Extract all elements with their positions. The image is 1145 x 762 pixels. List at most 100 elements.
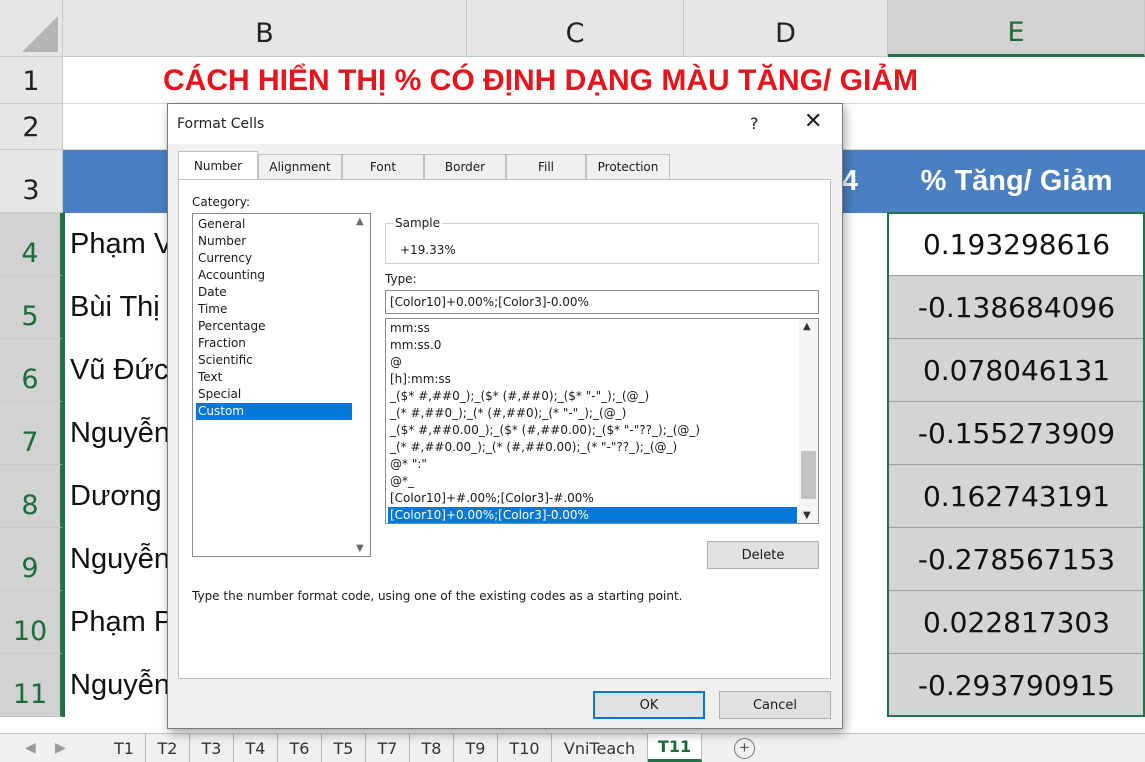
value-cell[interactable]: 0.162743191	[888, 465, 1145, 528]
name-cell[interactable]: Nguyễn	[70, 528, 170, 591]
tab-fill[interactable]: Fill	[506, 154, 586, 179]
dialog-titlebar[interactable]: Format Cells ? ✕	[168, 104, 842, 144]
sheet-tab-t1[interactable]: T1	[103, 734, 146, 762]
cancel-button[interactable]: Cancel	[719, 691, 831, 719]
sheet-tab-t10[interactable]: T10	[498, 734, 552, 762]
category-list[interactable]: General Number Currency Accounting Date …	[192, 213, 371, 557]
scroll-up-icon[interactable]: ▲	[356, 216, 364, 227]
scroll-down-icon[interactable]: ▼	[356, 543, 364, 554]
delete-button[interactable]: Delete	[707, 541, 819, 569]
row-header-10[interactable]: 10	[0, 591, 63, 654]
sheet-tab-t2[interactable]: T2	[146, 734, 190, 762]
category-item[interactable]: Special	[196, 386, 352, 403]
sheet-tab-t5[interactable]: T5	[322, 734, 366, 762]
sheet-tab-t6[interactable]: T6	[278, 734, 322, 762]
name-cell[interactable]: Phạm P	[70, 591, 173, 654]
tab-prev-icon[interactable]: ◀	[25, 739, 36, 756]
format-hint: Type the number format code, using one o…	[192, 589, 683, 603]
category-item[interactable]: General	[196, 216, 352, 233]
sheet-tab-t4[interactable]: T4	[234, 734, 278, 762]
name-cell[interactable]: Phạm V	[70, 213, 173, 276]
name-cell[interactable]: Vũ Đức	[70, 339, 168, 402]
ok-button[interactable]: OK	[593, 691, 705, 719]
format-item[interactable]: [h]:mm:ss	[388, 371, 797, 388]
value-cell[interactable]: 0.078046131	[888, 339, 1145, 402]
value-cell[interactable]: -0.138684096	[888, 276, 1145, 339]
scroll-thumb[interactable]	[801, 451, 816, 499]
format-item[interactable]: mm:ss	[388, 320, 797, 337]
format-item[interactable]: _($* #,##0.00_);_($* (#,##0.00);_($* "-"…	[388, 422, 797, 439]
category-item[interactable]: Time	[196, 301, 352, 318]
category-item[interactable]: Date	[196, 284, 352, 301]
scroll-down-icon[interactable]: ▼	[803, 510, 811, 521]
format-item[interactable]: _(* #,##0.00_);_(* (#,##0.00);_(* "-"??_…	[388, 439, 797, 456]
row-header-2[interactable]: 2	[0, 104, 63, 150]
close-icon[interactable]: ✕	[804, 109, 822, 134]
format-item[interactable]: [Color10]+#.00%;[Color3]-#.00%	[388, 490, 797, 507]
sheet-tab-t11[interactable]: T11	[648, 734, 702, 762]
row-header-6[interactable]: 6	[0, 339, 63, 402]
format-item[interactable]: @	[388, 354, 797, 371]
tab-number[interactable]: Number	[178, 151, 258, 180]
category-item[interactable]: Accounting	[196, 267, 352, 284]
plus-circle-icon[interactable]: +	[734, 738, 755, 759]
format-item[interactable]: @*_	[388, 473, 797, 490]
type-label: Type:	[385, 272, 417, 286]
row-header-3[interactable]: 3	[0, 150, 63, 213]
format-item[interactable]: mm:ss.0	[388, 337, 797, 354]
format-item[interactable]: _($* #,##0_);_($* (#,##0);_($* "-"_);_(@…	[388, 388, 797, 405]
category-item[interactable]: Currency	[196, 250, 352, 267]
scroll-up-icon[interactable]: ▲	[803, 321, 811, 332]
row-header-4[interactable]: 4	[0, 213, 63, 276]
column-header-b[interactable]: B	[63, 0, 467, 57]
category-item[interactable]: Text	[196, 369, 352, 386]
tab-border[interactable]: Border	[424, 154, 506, 179]
column-header-c[interactable]: C	[467, 0, 684, 57]
format-item[interactable]: @* ":"	[388, 456, 797, 473]
value-cell[interactable]: -0.293790915	[888, 654, 1145, 717]
sheet-tab-t8[interactable]: T8	[410, 734, 454, 762]
name-cell[interactable]: Dương	[70, 465, 162, 528]
sample-value: +19.33%	[400, 243, 456, 257]
sheet-tab-t9[interactable]: T9	[454, 734, 498, 762]
category-scrollbar[interactable]: ▲ ▼	[353, 214, 370, 556]
number-tab-panel: Category: General Number Currency Accoun…	[178, 179, 831, 679]
type-input[interactable]: [Color10]+0.00%;[Color3]-0.00%	[385, 290, 819, 314]
category-item[interactable]: Scientific	[196, 352, 352, 369]
row-header-11[interactable]: 11	[0, 654, 63, 717]
format-code-list[interactable]: mm:ss mm:ss.0 @ [h]:mm:ss _($* #,##0_);_…	[385, 318, 819, 524]
category-item-custom[interactable]: Custom	[196, 403, 352, 420]
value-cell[interactable]: -0.278567153	[888, 528, 1145, 591]
tab-font[interactable]: Font	[342, 154, 424, 179]
name-cell[interactable]: Bùi Thị	[70, 276, 160, 339]
row-header-5[interactable]: 5	[0, 276, 63, 339]
tab-protection[interactable]: Protection	[586, 154, 670, 179]
sheet-tab-t7[interactable]: T7	[366, 734, 410, 762]
format-cells-dialog: Format Cells ? ✕ Number Alignment Font B…	[167, 103, 843, 729]
value-cell[interactable]: 0.022817303	[888, 591, 1145, 654]
value-cell-e4[interactable]: 0.193298616	[888, 213, 1145, 276]
row-header-8[interactable]: 8	[0, 465, 63, 528]
sheet-title[interactable]: CÁCH HIỂN THỊ % CÓ ĐỊNH DẠNG MÀU TĂNG/ G…	[163, 64, 918, 98]
row-header-1[interactable]: 1	[0, 57, 63, 104]
header-cell-e[interactable]: % Tăng/ Giảm	[888, 150, 1145, 213]
format-scrollbar[interactable]: ▲ ▼	[799, 319, 818, 523]
select-all-corner[interactable]	[0, 0, 63, 57]
sheet-tab-t3[interactable]: T3	[190, 734, 234, 762]
format-item[interactable]: _(* #,##0_);_(* (#,##0);_(* "-"_);_(@_)	[388, 405, 797, 422]
row-header-9[interactable]: 9	[0, 528, 63, 591]
tab-alignment[interactable]: Alignment	[258, 154, 342, 179]
category-item[interactable]: Fraction	[196, 335, 352, 352]
category-item[interactable]: Percentage	[196, 318, 352, 335]
column-header-e[interactable]: E	[888, 0, 1145, 57]
help-button[interactable]: ?	[750, 114, 759, 133]
name-cell[interactable]: Nguyễn	[70, 402, 170, 465]
format-item-selected[interactable]: [Color10]+0.00%;[Color3]-0.00%	[388, 507, 797, 523]
value-cell[interactable]: -0.155273909	[888, 402, 1145, 465]
category-item[interactable]: Number	[196, 233, 352, 250]
sheet-tab-vniteach[interactable]: VniTeach	[552, 734, 648, 762]
name-cell[interactable]: Nguyễn	[70, 654, 170, 717]
tab-next-icon[interactable]: ▶	[55, 739, 66, 756]
column-header-d[interactable]: D	[684, 0, 888, 57]
row-header-7[interactable]: 7	[0, 402, 63, 465]
